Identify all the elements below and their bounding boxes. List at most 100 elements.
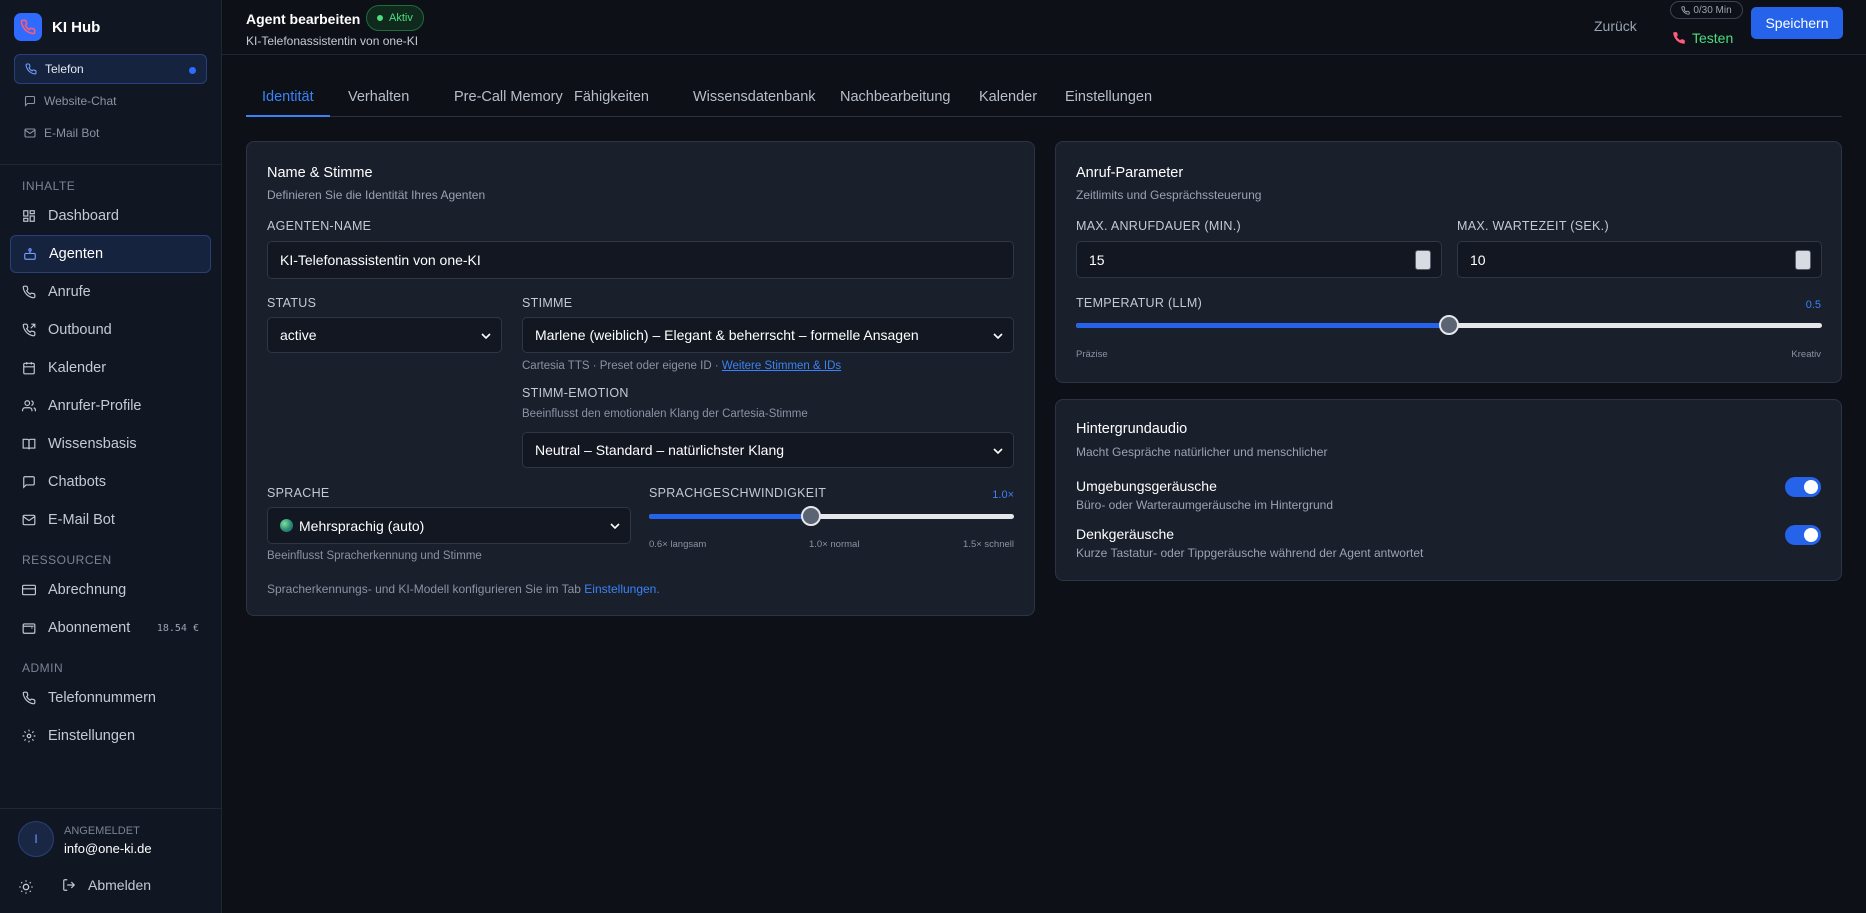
sidebar-item-kalender[interactable]: Kalender [10, 349, 211, 387]
agent-name-input[interactable]: KI-Telefonassistentin von one-KI [267, 241, 1014, 279]
max-wait-label: MAX. WARTEZEIT (SEK.) [1457, 219, 1609, 233]
ambient-sound-subtitle: Büro- oder Warteraumgeräusche im Hinterg… [1076, 498, 1333, 512]
ambient-sound-toggle[interactable] [1785, 477, 1821, 497]
model-config-note: Spracherkennungs- und KI-Modell konfigur… [267, 582, 660, 596]
phone-icon [1681, 5, 1691, 15]
sidebar-item-einstellungen[interactable]: Einstellungen [10, 717, 211, 755]
identity-card: Name & Stimme Definieren Sie die Identit… [246, 141, 1035, 616]
sidebar-item-telefonnummern[interactable]: Telefonnummern [10, 679, 211, 717]
section-label-admin: ADMIN [22, 661, 64, 675]
phone-icon [22, 285, 36, 299]
balance-badge: 18.54 € [156, 622, 199, 634]
mail-icon [24, 128, 36, 138]
tab-einstellungen[interactable]: Einstellungen [1049, 82, 1168, 117]
temperature-slider-thumb[interactable] [1439, 315, 1459, 335]
minutes-usage-pill: 0/30 Min [1670, 1, 1743, 19]
sidebar-item-email-bot[interactable]: E-Mail Bot [10, 501, 211, 539]
phone-outgoing-icon [22, 323, 36, 337]
sidebar-item-label: Abonnement [48, 620, 131, 636]
language-select[interactable]: Mehrsprachig (auto) [267, 507, 631, 544]
channel-website-chat[interactable]: Website-Chat [14, 86, 207, 116]
voice-hint-text: Cartesia TTS · Preset oder eigene ID · [522, 360, 722, 372]
sidebar-item-outbound[interactable]: Outbound [10, 311, 211, 349]
speed-slider[interactable] [649, 506, 1014, 526]
sidebar-item-label: Outbound [48, 322, 112, 338]
calendar-icon [23, 362, 35, 375]
voice-select[interactable]: Marlene (weiblich) – Elegant & beherrsch… [522, 317, 1014, 353]
tab-verhalten[interactable]: Verhalten [332, 82, 425, 117]
robot-icon [24, 248, 36, 260]
emotion-select[interactable]: Neutral – Standard – natürlichster Klang [522, 432, 1014, 468]
channel-email-bot[interactable]: E-Mail Bot [14, 118, 207, 148]
tab-wissensdatenbank[interactable]: Wissensdatenbank [677, 82, 832, 117]
sidebar-item-abonnement[interactable]: Abonnement 18.54 € [10, 609, 211, 647]
status-badge: Aktiv [366, 5, 424, 31]
sidebar-item-dashboard[interactable]: Dashboard [10, 197, 211, 235]
sidebar-item-abrechnung[interactable]: Abrechnung [10, 571, 211, 609]
status-select[interactable]: active [267, 317, 502, 353]
number-stepper[interactable] [1415, 250, 1431, 270]
chevron-down-icon [481, 333, 491, 340]
sidebar-item-chatbots[interactable]: Chatbots [10, 463, 211, 501]
sidebar-item-label: Anrufer-Profile [48, 398, 142, 414]
sidebar-item-anrufe[interactable]: Anrufe [10, 273, 211, 311]
credit-card-icon [22, 584, 36, 596]
settings-tab-link[interactable]: Einstellungen. [584, 582, 659, 596]
page-header: Agent bearbeiten Aktiv KI-Telefonassiste… [222, 0, 1866, 55]
language-value: Mehrsprachig (auto) [299, 517, 425, 534]
test-button[interactable]: Testen [1672, 30, 1733, 46]
number-stepper[interactable] [1795, 250, 1811, 270]
speed-value: 1.0× [992, 489, 1014, 501]
chat-icon [23, 476, 35, 489]
signed-in-label: ANGEMELDET [64, 825, 140, 837]
sidebar-item-anrufer-profile[interactable]: Anrufer-Profile [10, 387, 211, 425]
save-button[interactable]: Speichern [1751, 7, 1843, 39]
tab-identitaet[interactable]: Identität [246, 82, 330, 117]
logout-button[interactable]: Abmelden [62, 877, 151, 893]
sidebar-item-wissensbasis[interactable]: Wissensbasis [10, 425, 211, 463]
temperature-max-label: Kreativ [1791, 349, 1821, 360]
temperature-slider[interactable] [1076, 315, 1822, 335]
minutes-value: 0/30 Min [1693, 4, 1732, 16]
sidebar-item-label: Kalender [48, 360, 107, 376]
channel-telefon[interactable]: Telefon [14, 54, 207, 84]
max-wait-value: 10 [1470, 251, 1486, 268]
test-label: Testen [1692, 30, 1734, 46]
account-email: info@one-ki.de [64, 841, 152, 856]
book-icon [22, 438, 36, 450]
section-label-inhalte: INHALTE [22, 179, 76, 193]
more-voices-link[interactable]: Weitere Stimmen & IDs [722, 360, 841, 372]
sidebar-item-label: Wissensbasis [48, 436, 137, 452]
call-parameters-card: Anruf-Parameter Zeitlimits und Gesprächs… [1055, 141, 1842, 383]
tab-nachbearbeitung[interactable]: Nachbearbeitung [824, 82, 966, 117]
gear-icon [22, 729, 36, 743]
sidebar-item-agenten[interactable]: Agenten [10, 235, 211, 273]
users-icon [22, 400, 36, 412]
speed-label: SPRACHGESCHWINDIGKEIT [649, 486, 827, 500]
card-subtitle: Zeitlimits und Gesprächssteuerung [1076, 188, 1262, 202]
tab-faehigkeiten[interactable]: Fähigkeiten [558, 82, 665, 117]
channel-label: E-Mail Bot [44, 126, 100, 140]
voice-value: Marlene (weiblich) – Elegant & beherrsch… [535, 327, 919, 343]
voice-label: STIMME [522, 296, 573, 310]
max-duration-value: 15 [1089, 251, 1105, 268]
theme-toggle-sun-icon[interactable] [18, 879, 34, 895]
agent-name-value: KI-Telefonassistentin von one-KI [280, 252, 481, 268]
chevron-down-icon [993, 333, 1003, 340]
sidebar-item-label: E-Mail Bot [48, 512, 115, 528]
language-hint: Beeinflusst Spracherkennung und Stimme [267, 550, 482, 562]
thinking-sound-toggle[interactable] [1785, 525, 1821, 545]
max-duration-input[interactable]: 15 [1076, 241, 1442, 278]
voice-hint: Cartesia TTS · Preset oder eigene ID · W… [522, 360, 841, 372]
back-button[interactable]: Zurück [1594, 18, 1637, 34]
card-title: Name & Stimme [267, 165, 373, 181]
phone-icon [22, 691, 36, 705]
background-audio-card: Hintergrundaudio Macht Gespräche natürli… [1055, 399, 1842, 581]
brand[interactable]: KI Hub [0, 0, 221, 54]
max-wait-input[interactable]: 10 [1457, 241, 1822, 278]
section-label-ressourcen: RESSOURCEN [22, 553, 112, 567]
speed-slider-thumb[interactable] [801, 506, 822, 526]
sidebar: KI Hub Telefon Website-Chat E-Mail Bot I… [0, 0, 222, 913]
tab-kalender[interactable]: Kalender [963, 82, 1053, 117]
thinking-sound-subtitle: Kurze Tastatur- oder Tippgeräusche währe… [1076, 546, 1424, 560]
